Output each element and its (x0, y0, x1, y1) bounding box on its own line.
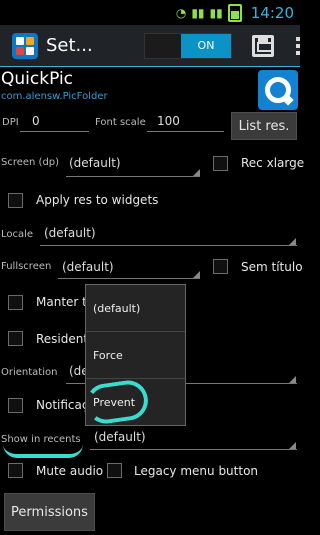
rec-xlarge-label: Rec xlarge (241, 156, 305, 170)
show-in-recents-underline-annotation (3, 444, 83, 458)
dropdown-arrow-icon (193, 169, 200, 176)
legacy-menu-checkbox[interactable] (107, 463, 122, 478)
screen-dp-dropdown-line (66, 176, 200, 177)
status-bar: ◔ ▮▮ ▮▮ 60 14:20 (0, 0, 300, 25)
locale-value[interactable]: (default) (44, 226, 96, 240)
fullscreen-label: Fullscreen (1, 261, 52, 272)
permissions-button[interactable]: Permissions (4, 493, 95, 531)
clock: 14:20 (250, 3, 294, 22)
locale-dropdown-line (40, 245, 297, 246)
manter-label: Manter t (36, 295, 87, 309)
app-name: QuickPic (1, 69, 74, 89)
font-scale-label: Font scale (95, 117, 146, 128)
overflow-menu-icon[interactable] (296, 36, 300, 55)
wifi-icon: ◔ (175, 5, 187, 20)
battery-icon: 60 (226, 0, 242, 22)
signal-icon-2: ▮▮ (209, 5, 223, 20)
font-scale-input-underline (147, 131, 224, 132)
app-package: com.alensw.PicFolder (1, 91, 108, 102)
legacy-menu-label: Legacy menu button (134, 464, 259, 478)
list-res-button[interactable]: List res. (231, 112, 297, 140)
sem-titulo-label: Sem título (241, 260, 303, 274)
sem-titulo-checkbox[interactable] (213, 259, 228, 274)
mute-audio-label: Mute audio (36, 464, 104, 478)
font-scale-value[interactable]: 100 (157, 114, 180, 128)
enable-toggle[interactable]: ON (144, 32, 232, 59)
dropdown-arrow-icon (193, 271, 200, 278)
notification-label: Notificaç (36, 398, 89, 412)
show-in-recents-value[interactable]: (default) (94, 430, 146, 444)
screen-dp-value[interactable]: (default) (69, 156, 121, 170)
rec-xlarge-checkbox[interactable] (213, 156, 228, 171)
manter-checkbox[interactable] (8, 295, 23, 310)
mute-audio-checkbox[interactable] (8, 463, 23, 478)
dpi-value[interactable]: 0 (32, 114, 40, 128)
app-settings-icon[interactable] (12, 32, 38, 59)
screen-dp-label: Screen (dp) (1, 157, 60, 168)
dropdown-arrow-icon (289, 376, 296, 383)
battery-level: 60 (226, 0, 237, 3)
dropdown-arrow-icon (289, 238, 296, 245)
locale-label: Locale (1, 229, 34, 240)
app-header: QuickPic com.alensw.PicFolder (0, 68, 300, 112)
popup-option-force[interactable]: Force (86, 332, 185, 379)
orientation-label: Orientation (1, 367, 58, 378)
fullscreen-dropdown-line (58, 278, 200, 279)
fullscreen-value[interactable]: (default) (62, 260, 114, 274)
dpi-input-underline (20, 131, 89, 132)
toggle-on-label: ON (181, 33, 231, 58)
popup-option-default[interactable]: (default) (86, 285, 185, 332)
action-bar: Set... ON (0, 25, 300, 67)
signal-icon-1: ▮▮ (191, 5, 205, 20)
dpi-label: DPI (2, 117, 19, 128)
dropdown-arrow-icon (289, 442, 296, 449)
resident-label: Resident (36, 332, 89, 346)
action-bar-title: Set... (46, 35, 93, 56)
notification-checkbox[interactable] (8, 398, 23, 413)
apply-res-label: Apply res to widgets (36, 193, 159, 207)
apply-res-checkbox[interactable] (8, 193, 23, 208)
save-icon[interactable] (252, 34, 274, 57)
resident-checkbox[interactable] (8, 331, 23, 346)
quickpic-logo-icon (258, 70, 298, 110)
show-in-recents-dropdown-line (90, 449, 297, 450)
